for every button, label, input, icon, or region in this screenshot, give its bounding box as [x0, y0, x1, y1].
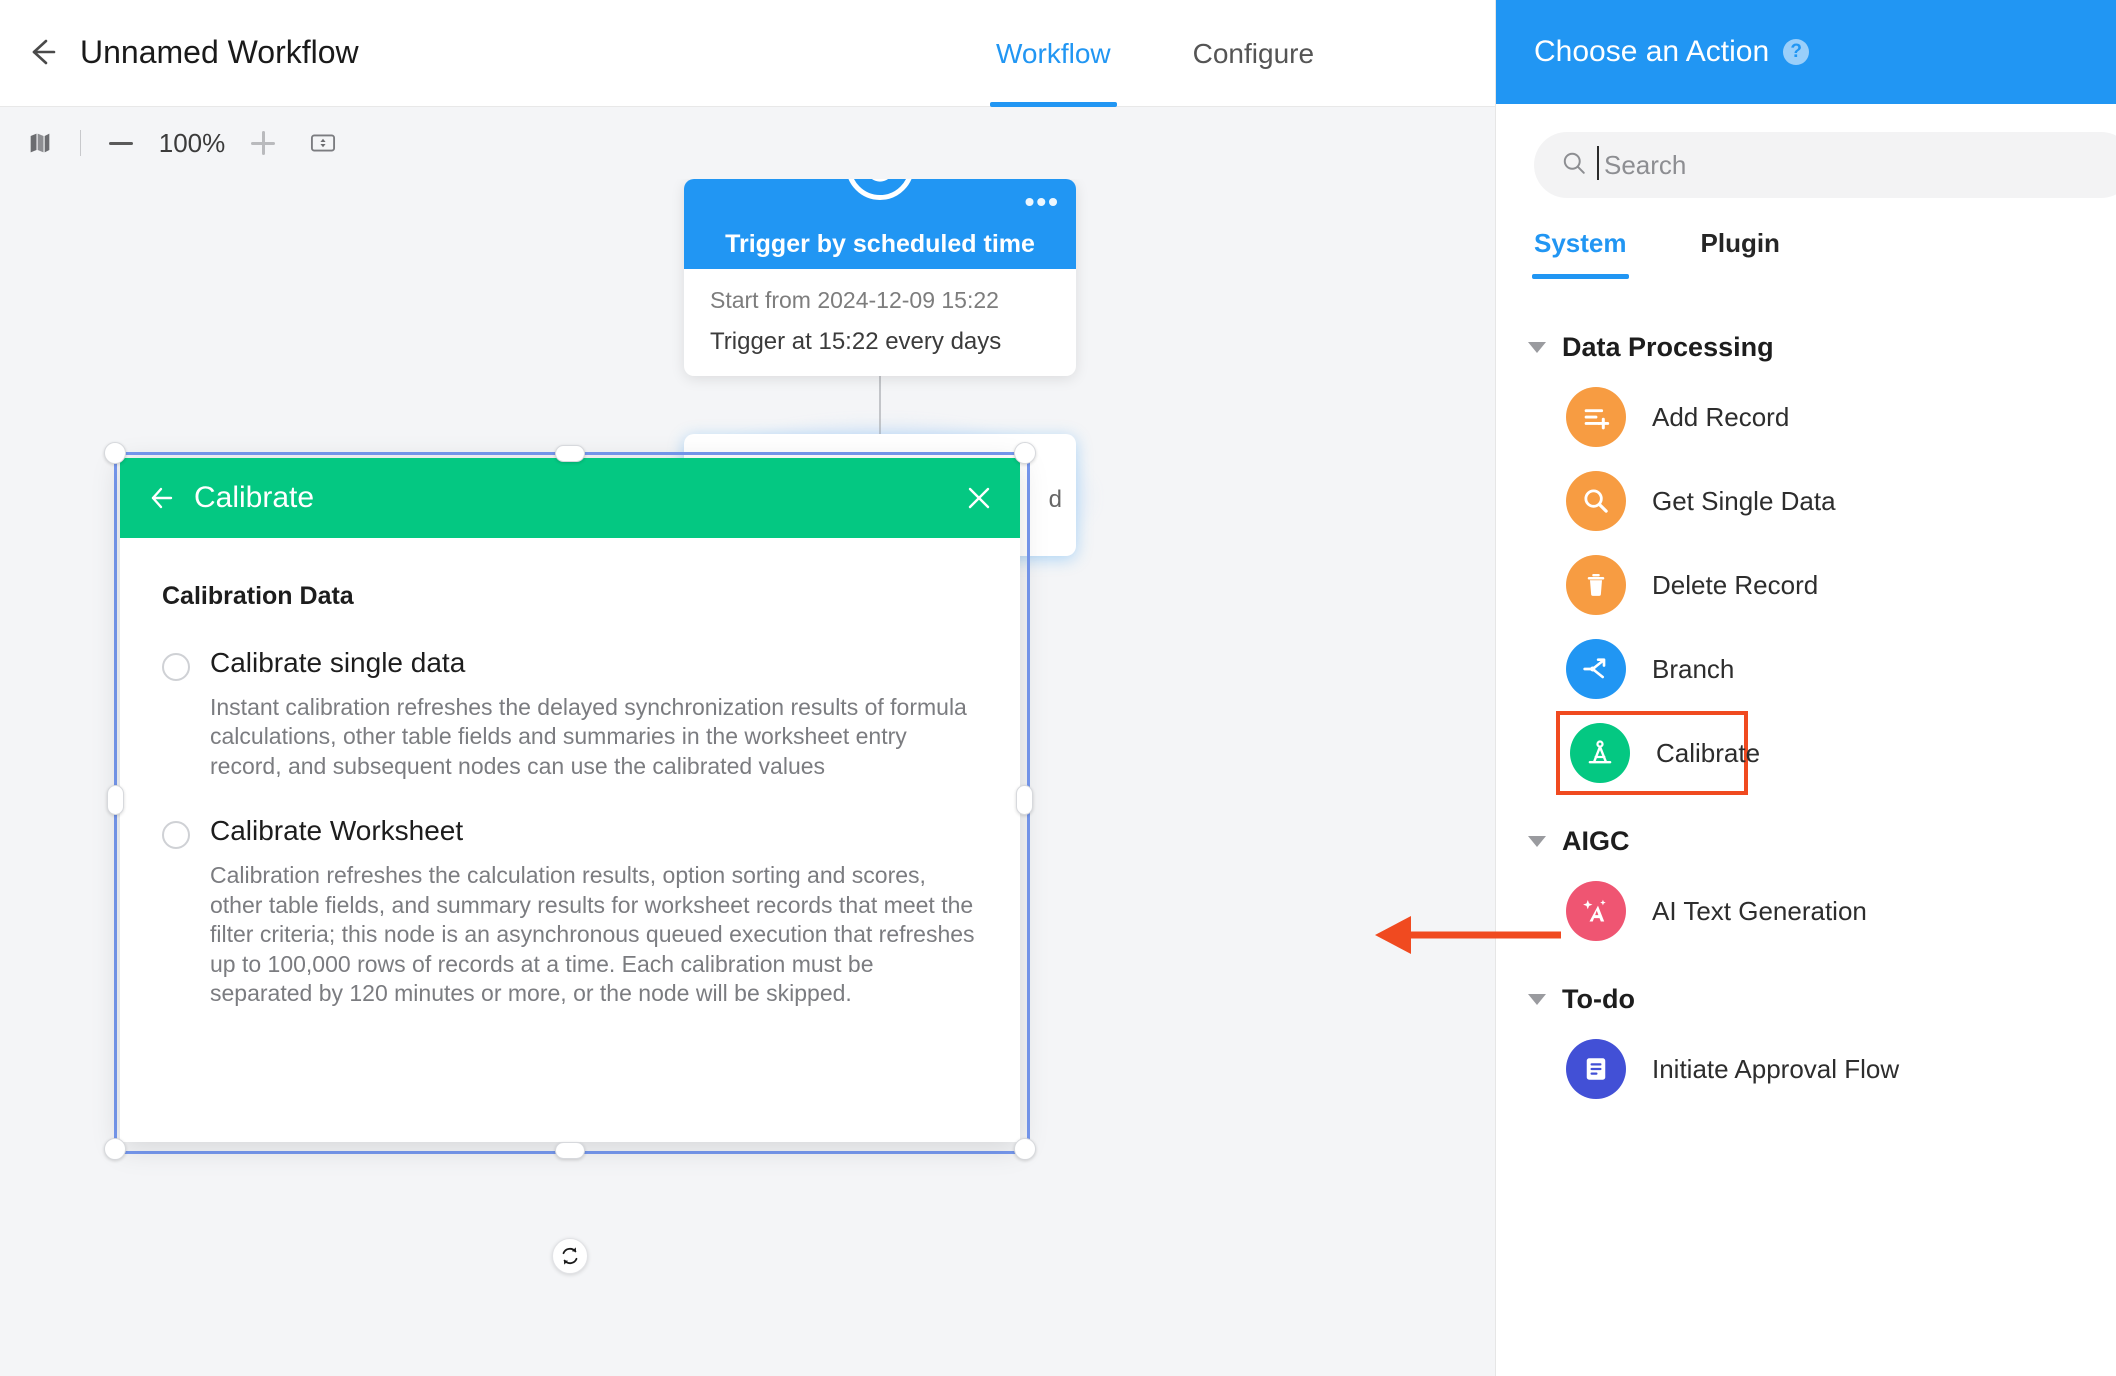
action-item-add-record[interactable]: Add Record — [1496, 375, 2116, 459]
resize-handle-bottom-right[interactable] — [1014, 1138, 1036, 1160]
trigger-schedule: Trigger at 15:22 every days — [710, 328, 1002, 355]
action-item-calibrate[interactable]: Calibrate — [1556, 711, 1760, 795]
action-item-branch[interactable]: Branch — [1496, 627, 2116, 711]
choose-action-panel: Choose an Action ? Search System Plugin — [1495, 0, 2116, 1376]
resize-handle-bottom-center[interactable] — [555, 1142, 585, 1159]
tab-configure[interactable]: Configure — [1187, 0, 1320, 107]
fit-to-screen-icon[interactable] — [301, 121, 345, 165]
trigger-node-title: Trigger by scheduled time — [725, 230, 1035, 258]
panel-title: Choose an Action — [1534, 35, 1770, 68]
action-group-todo: To-do Initiate Approval Flow — [1496, 971, 2116, 1111]
group-title: Data Processing — [1562, 331, 1774, 362]
more-horizontal-icon[interactable]: ••• — [1025, 188, 1060, 216]
trigger-node-header: ••• Trigger by scheduled time — [684, 179, 1076, 269]
panel-sub-tabs: System Plugin — [1532, 228, 2116, 301]
resize-handle-top-left[interactable] — [104, 442, 126, 464]
action-label: Branch — [1652, 653, 1735, 684]
option-label: Calibrate Worksheet — [210, 815, 464, 847]
action-item-initiate-approval-flow[interactable]: Initiate Approval Flow — [1496, 1027, 2116, 1111]
radio-circle-icon[interactable] — [162, 653, 190, 681]
option-description: Instant calibration refreshes the delaye… — [210, 694, 967, 779]
resize-handle-top-center[interactable] — [555, 445, 585, 462]
back-icon[interactable] — [14, 24, 70, 80]
action-label: Calibrate — [1656, 737, 1761, 768]
group-header-aigc[interactable]: AIGC — [1496, 813, 2116, 869]
search-container: Search — [1496, 104, 2116, 198]
calibration-option-single: Calibrate single data Instant calibratio… — [162, 647, 978, 781]
dialog-title: Calibrate — [194, 481, 315, 514]
radio-option-single-data[interactable]: Calibrate single data — [162, 647, 978, 681]
action-group-data-processing: Data Processing Add Record Get Single Da… — [1496, 319, 2116, 795]
trash-icon — [1566, 555, 1626, 615]
close-icon[interactable] — [960, 479, 998, 517]
compass-icon — [1570, 723, 1630, 783]
search-icon — [1566, 471, 1626, 531]
add-record-icon — [1566, 387, 1626, 447]
search-input[interactable]: Search — [1534, 132, 2116, 198]
search-placeholder: Search — [1596, 145, 1687, 180]
action-item-ai-text-generation[interactable]: AI Text Generation — [1496, 869, 2116, 953]
radio-circle-icon[interactable] — [162, 821, 190, 850]
zoom-toolbar: 100% — [0, 107, 1495, 179]
ai-text-icon — [1566, 881, 1626, 941]
refresh-icon[interactable] — [552, 1238, 588, 1274]
tab-workflow[interactable]: Workflow — [990, 0, 1117, 107]
action-label: Delete Record — [1652, 569, 1819, 600]
node-secondary-text: d — [1048, 486, 1062, 513]
calibrate-dialog: Calibrate Calibration Data Calibrate sin — [120, 458, 1020, 1142]
action-item-delete-record[interactable]: Delete Record — [1496, 543, 2116, 627]
zoom-out-icon[interactable] — [99, 121, 143, 165]
trigger-node-body: Start from 2024-12-09 15:22 Trigger at 1… — [684, 269, 1076, 356]
chevron-down-icon[interactable] — [1528, 993, 1546, 1005]
panel-header: Choose an Action ? — [1496, 0, 2116, 104]
resize-handle-middle-right[interactable] — [1016, 785, 1033, 815]
workflow-title[interactable]: Unnamed Workflow — [80, 22, 359, 82]
action-label: Initiate Approval Flow — [1652, 1053, 1900, 1084]
action-group-aigc: AIGC AI Text Generation — [1496, 813, 2116, 953]
trigger-start-from: Start from 2024-12-09 15:22 — [710, 287, 999, 313]
group-header-data-processing[interactable]: Data Processing — [1496, 319, 2116, 375]
help-circle-icon[interactable]: ? — [1783, 39, 1810, 65]
action-label: AI Text Generation — [1652, 895, 1867, 926]
option-label: Calibrate single data — [210, 647, 466, 678]
workflow-canvas[interactable]: d ••• Trigger by scheduled time Start fr… — [0, 179, 1495, 1376]
map-icon[interactable] — [18, 121, 62, 165]
zoom-in-icon[interactable] — [241, 121, 285, 165]
tab-plugin[interactable]: Plugin — [1701, 228, 1780, 279]
chevron-down-icon[interactable] — [1528, 341, 1546, 353]
calibration-data-heading: Calibration Data — [162, 582, 354, 610]
dialog-body: Calibration Data Calibrate single data I… — [120, 538, 1020, 1009]
approval-icon — [1566, 1039, 1626, 1099]
group-header-todo[interactable]: To-do — [1496, 971, 2116, 1027]
action-item-get-single-data[interactable]: Get Single Data — [1496, 459, 2116, 543]
group-title: To-do — [1562, 983, 1635, 1014]
resize-handle-bottom-left[interactable] — [104, 1138, 126, 1160]
dialog-back-icon[interactable] — [142, 478, 182, 518]
workflow-node-trigger[interactable]: ••• Trigger by scheduled time Start from… — [684, 179, 1076, 376]
action-label: Get Single Data — [1652, 485, 1836, 516]
search-icon — [1560, 149, 1588, 182]
main-tabs: Workflow Configure — [990, 0, 1320, 107]
top-bar: Unnamed Workflow Workflow Configure — [0, 0, 1495, 107]
app-root: Unnamed Workflow Workflow Configure 100% — [0, 0, 2116, 1376]
radio-option-worksheet[interactable]: Calibrate Worksheet — [162, 815, 978, 850]
workflow-main-area: Unnamed Workflow Workflow Configure 100% — [0, 0, 1495, 1376]
alarm-clock-icon — [846, 179, 914, 200]
resize-handle-top-right[interactable] — [1014, 442, 1036, 464]
option-description: Calibration refreshes the calculation re… — [210, 862, 975, 1007]
calibration-option-worksheet: Calibrate Worksheet Calibration refreshe… — [162, 815, 978, 1008]
annotation-arrow — [1375, 916, 1561, 954]
group-title: AIGC — [1562, 825, 1630, 856]
dialog-header: Calibrate — [120, 458, 1020, 538]
action-label: Add Record — [1652, 401, 1790, 432]
branch-icon — [1566, 639, 1626, 699]
zoom-level: 100% — [158, 127, 226, 158]
chevron-down-icon[interactable] — [1528, 835, 1546, 847]
toolbar-divider — [80, 130, 81, 156]
tab-system[interactable]: System — [1532, 228, 1628, 279]
resize-handle-middle-left[interactable] — [107, 785, 124, 815]
